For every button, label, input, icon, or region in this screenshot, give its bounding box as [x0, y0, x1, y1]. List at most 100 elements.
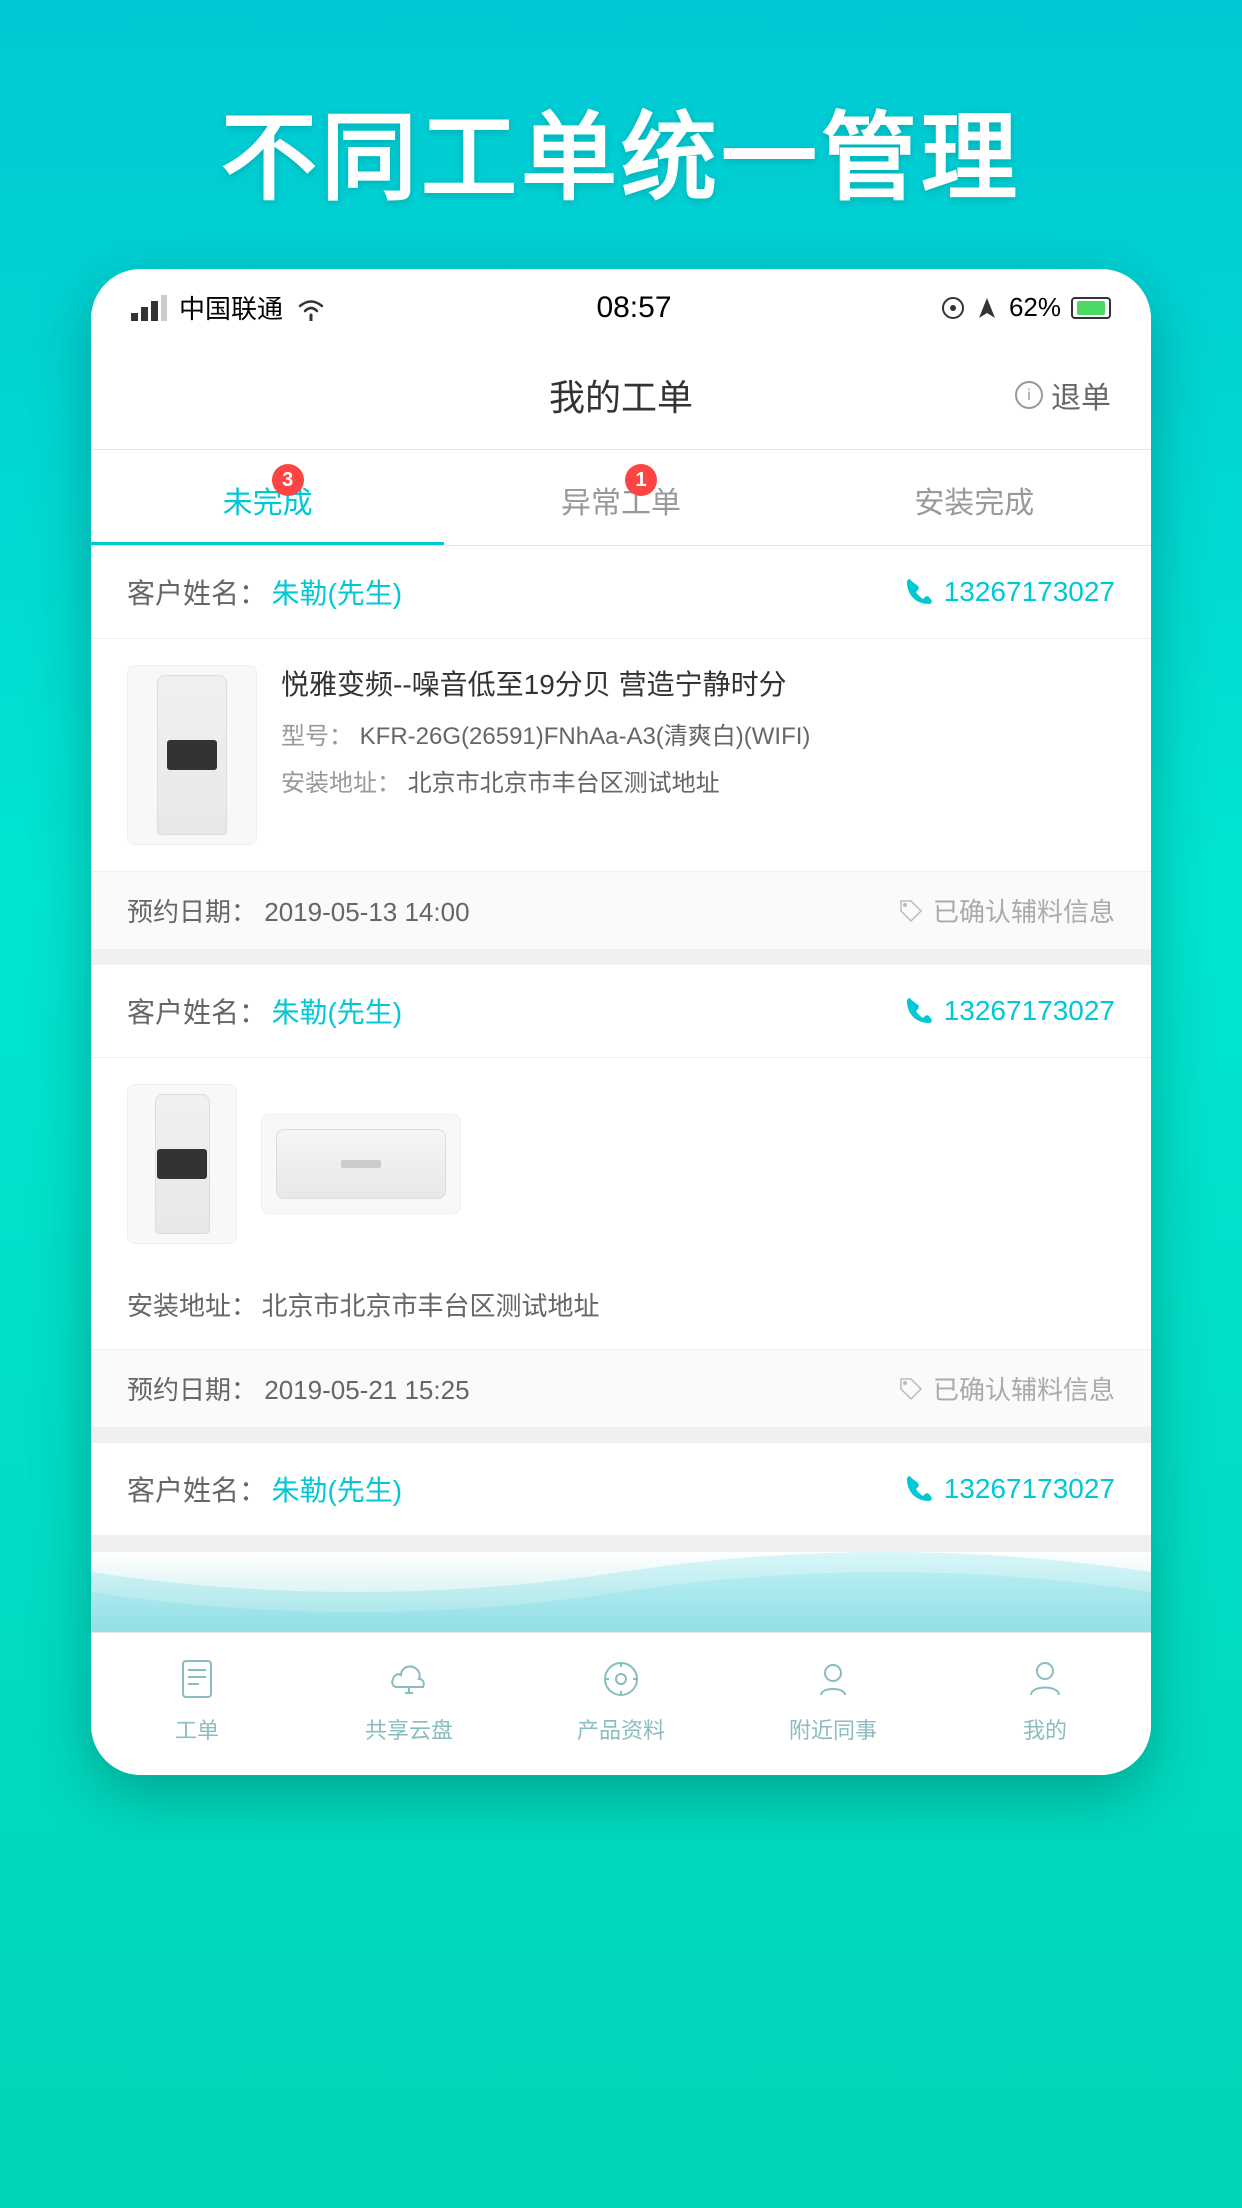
appt-date-2: 预约日期： 2019-05-21 15:25: [127, 1370, 470, 1407]
product-image-floor-2: [127, 1084, 237, 1244]
confirmed-tag-1[interactable]: 已确认辅料信息: [897, 892, 1115, 929]
nav-cloud-label: 共享云盘: [365, 1713, 453, 1745]
hero-title: 不同工单统一管理: [0, 0, 1242, 269]
signal-icon: [131, 295, 167, 321]
tab-abnormal-badge: 1: [625, 464, 657, 496]
address-value-1: 北京市北京市丰台区测试地址: [408, 770, 720, 797]
phone-frame: 中国联通 08:57 62%: [91, 269, 1151, 1775]
product-name-1: 悦雅变频--噪音低至19分贝 营造宁静时分: [281, 665, 1115, 704]
phone-icon-3: [904, 1474, 934, 1504]
confirmed-label-2: 已确认辅料信息: [933, 1370, 1115, 1407]
customer-info-1: 客户姓名： 朱勒(先生): [127, 572, 402, 612]
ac-floor-unit-2: [155, 1094, 210, 1234]
svg-text:i: i: [1027, 387, 1031, 404]
content-area: 客户姓名： 朱勒(先生) 13267173027 悦雅变频--噪音低至19分贝 …: [91, 546, 1151, 1632]
dual-product-row-2: [91, 1058, 1151, 1270]
appt-date-value-1: 2019-05-13 14:00: [264, 897, 469, 927]
footer-row-1: 预约日期： 2019-05-13 14:00 已确认辅料信息: [91, 871, 1151, 949]
confirmed-tag-2[interactable]: 已确认辅料信息: [897, 1370, 1115, 1407]
product-icon: [595, 1653, 647, 1705]
customer-info-2: 客户姓名： 朱勒(先生): [127, 991, 402, 1031]
appt-label-1: 预约日期：: [127, 897, 257, 927]
nav-cloud[interactable]: 共享云盘: [303, 1653, 515, 1745]
phone-num-2[interactable]: 13267173027: [904, 995, 1115, 1027]
quit-label[interactable]: 退单: [1051, 373, 1111, 417]
nav-product[interactable]: 产品资料: [515, 1653, 727, 1745]
battery-icon: [1071, 297, 1111, 319]
bottom-nav: 工单 共享云盘: [91, 1632, 1151, 1775]
customer-name-3: 朱勒(先生): [271, 1475, 402, 1506]
confirmed-label-1: 已确认辅料信息: [933, 892, 1115, 929]
model-value-1: KFR-26G(26591)FNhAa-A3(清爽白)(WIFI): [360, 723, 811, 750]
product-image-wall-2: [261, 1114, 461, 1214]
carrier-label: 中国联通: [179, 289, 283, 326]
tab-incomplete-badge: 3: [272, 464, 304, 496]
customer-label-3: 客户姓名：: [127, 1475, 267, 1506]
tab-incomplete[interactable]: 未完成 3: [91, 450, 444, 545]
appt-label-2: 预约日期：: [127, 1375, 257, 1405]
product-image-1: [127, 665, 257, 845]
order-card-2: 客户姓名： 朱勒(先生) 13267173027: [91, 965, 1151, 1427]
tab-abnormal-label: 异常工单: [561, 487, 681, 520]
nav-workorder[interactable]: 工单: [91, 1653, 303, 1745]
customer-row-1: 客户姓名： 朱勒(先生) 13267173027: [91, 546, 1151, 639]
phone-number-3: 13267173027: [944, 1473, 1115, 1505]
address-value-2: 北京市北京市丰台区测试地址: [261, 1291, 599, 1321]
address-label-2: 安装地址：: [127, 1291, 257, 1321]
nav-nearby[interactable]: 附近同事: [727, 1653, 939, 1745]
navigation-icon: [975, 296, 999, 320]
quit-action[interactable]: i 退单: [1015, 373, 1111, 417]
nav-nearby-label: 附近同事: [789, 1713, 877, 1745]
status-right: 62%: [941, 292, 1111, 323]
cloud-icon: [383, 1653, 435, 1705]
address-label-1: 安装地址：: [281, 770, 401, 797]
phone-icon-2: [904, 996, 934, 1026]
nav-workorder-label: 工单: [175, 1713, 219, 1745]
battery-percent: 62%: [1009, 292, 1061, 323]
product-info-1: 悦雅变频--噪音低至19分贝 营造宁静时分 型号： KFR-26G(26591)…: [281, 665, 1115, 811]
info-icon: i: [1015, 381, 1043, 409]
wave-decoration: [91, 1552, 1151, 1632]
appt-date-value-2: 2019-05-21 15:25: [264, 1375, 469, 1405]
tag-icon-1: [897, 897, 925, 925]
app-header: 我的工单 i 退单: [91, 341, 1151, 450]
order-card-1: 客户姓名： 朱勒(先生) 13267173027 悦雅变频--噪音低至19分贝 …: [91, 546, 1151, 949]
nearby-icon: [807, 1653, 859, 1705]
customer-info-3: 客户姓名： 朱勒(先生): [127, 1469, 402, 1509]
app-header-title: 我的工单: [549, 369, 693, 421]
location-icon: [941, 296, 965, 320]
status-left: 中国联通: [131, 289, 327, 326]
phone-number-2: 13267173027: [944, 995, 1115, 1027]
customer-row-3: 客户姓名： 朱勒(先生) 13267173027: [91, 1443, 1151, 1536]
workorder-icon: [171, 1653, 223, 1705]
footer-row-2: 预约日期： 2019-05-21 15:25 已确认辅料信息: [91, 1349, 1151, 1427]
customer-name-1: 朱勒(先生): [271, 578, 402, 609]
product-row-1: 悦雅变频--噪音低至19分贝 营造宁静时分 型号： KFR-26G(26591)…: [91, 639, 1151, 871]
phone-number-1: 13267173027: [944, 576, 1115, 608]
nav-profile[interactable]: 我的: [939, 1653, 1151, 1745]
address-detail-1: 安装地址： 北京市北京市丰台区测试地址: [281, 765, 1115, 803]
phone-num-1[interactable]: 13267173027: [904, 576, 1115, 608]
tabs-bar: 未完成 3 异常工单 1 安装完成: [91, 450, 1151, 546]
model-detail-1: 型号： KFR-26G(26591)FNhAa-A3(清爽白)(WIFI): [281, 718, 1115, 756]
nav-profile-label: 我的: [1023, 1713, 1067, 1745]
phone-num-3[interactable]: 13267173027: [904, 1473, 1115, 1505]
profile-icon: [1019, 1653, 1071, 1705]
customer-label-1: 客户姓名：: [127, 578, 267, 609]
ac-floor-unit-1: [157, 675, 227, 835]
customer-label-2: 客户姓名：: [127, 997, 267, 1028]
address-row-2: 安装地址： 北京市北京市丰台区测试地址: [91, 1270, 1151, 1349]
customer-name-2: 朱勒(先生): [271, 997, 402, 1028]
wifi-icon: [295, 295, 327, 321]
order-card-3: 客户姓名： 朱勒(先生) 13267173027: [91, 1443, 1151, 1536]
customer-row-2: 客户姓名： 朱勒(先生) 13267173027: [91, 965, 1151, 1058]
tab-incomplete-label: 未完成: [223, 487, 313, 520]
tab-complete[interactable]: 安装完成: [798, 450, 1151, 545]
status-time: 08:57: [596, 291, 671, 325]
nav-product-label: 产品资料: [577, 1713, 665, 1745]
tab-complete-label: 安装完成: [914, 487, 1034, 520]
status-bar: 中国联通 08:57 62%: [91, 269, 1151, 341]
tag-icon-2: [897, 1375, 925, 1403]
tab-abnormal[interactable]: 异常工单 1: [444, 450, 797, 545]
model-label-1: 型号：: [281, 723, 353, 750]
